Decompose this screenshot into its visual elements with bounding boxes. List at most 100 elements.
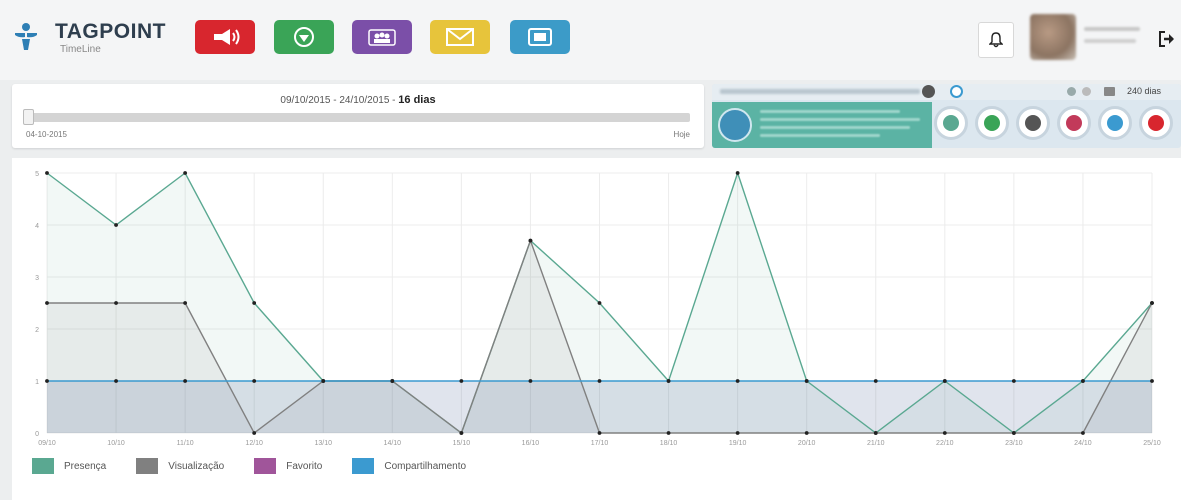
legend-label: Favorito xyxy=(286,460,323,472)
check-circle-icon xyxy=(943,115,959,131)
check-icon[interactable] xyxy=(950,85,963,98)
y-tick-label: 0 xyxy=(35,431,39,438)
data-point xyxy=(873,431,878,435)
legend-label: Compartilhamento xyxy=(384,460,467,472)
data-point xyxy=(45,301,49,305)
legend-item[interactable]: Compartilhamento xyxy=(352,458,466,474)
data-point xyxy=(597,301,602,305)
bell-icon xyxy=(989,32,1003,48)
x-tick-label: 25/10 xyxy=(1143,440,1161,447)
data-point xyxy=(597,431,602,435)
download-action-button[interactable] xyxy=(975,106,1009,140)
x-tick-label: 19/10 xyxy=(729,440,747,447)
tag-action-buttons xyxy=(934,106,1173,140)
tag-preview-line xyxy=(760,110,900,113)
timeline-chart: 0 1 2 3 4 5 09/10 10/10 11/10 12/10 13/10 14/10 15/1… xyxy=(35,170,1161,447)
block-action-button[interactable] xyxy=(1139,106,1173,140)
data-point xyxy=(114,223,118,227)
data-point xyxy=(597,379,602,383)
logout-icon[interactable] xyxy=(1158,30,1176,48)
x-tick-label: 20/10 xyxy=(798,440,816,447)
chart-legend: Presença Visualização Favorito Compartilham… xyxy=(32,458,496,474)
data-point xyxy=(528,379,533,383)
eye-icon xyxy=(1025,115,1041,131)
date-range-panel: 09/10/2015 - 24/10/2015 - 16 dias 04-10-… xyxy=(12,84,704,148)
campaign-button[interactable] xyxy=(195,20,255,54)
envelope-icon xyxy=(446,28,474,46)
block-icon xyxy=(1148,115,1164,131)
tag-info-header: 240 dias xyxy=(712,84,1181,100)
date-range-text: 09/10/2015 - 24/10/2015 - xyxy=(280,95,399,106)
data-point xyxy=(459,379,464,383)
settings-icon[interactable] xyxy=(922,85,935,98)
x-tick-label: 11/10 xyxy=(177,440,194,447)
data-point xyxy=(1150,379,1154,383)
x-tick-label: 10/10 xyxy=(107,440,125,447)
legend-item[interactable]: Visualização xyxy=(136,458,224,474)
share-action-button[interactable] xyxy=(1098,106,1132,140)
tag-preview-image xyxy=(718,108,752,142)
view-action-button[interactable] xyxy=(1016,106,1050,140)
x-tick-label: 22/10 xyxy=(936,440,954,447)
date-range-slider-handle[interactable] xyxy=(23,109,34,125)
legend-item[interactable]: Presença xyxy=(32,458,106,474)
download-icon xyxy=(984,115,1000,131)
slider-start-label: 04-10-2015 xyxy=(26,130,67,139)
data-point xyxy=(1081,379,1085,383)
x-tick-label: 16/10 xyxy=(522,440,540,447)
y-tick-label: 4 xyxy=(35,223,39,230)
tag-button[interactable] xyxy=(274,20,334,54)
heart-icon xyxy=(1066,115,1082,131)
date-range-slider-track[interactable] xyxy=(26,113,690,122)
data-point xyxy=(114,301,118,305)
data-point xyxy=(735,171,740,175)
x-tick-label: 21/10 xyxy=(867,440,885,447)
brand-name[interactable]: TAGPOINT xyxy=(55,20,166,44)
favorite-action-button[interactable] xyxy=(1057,106,1091,140)
user-avatar[interactable] xyxy=(1030,14,1076,60)
tag-info-blurred-text xyxy=(720,89,920,94)
date-range-days: 16 dias xyxy=(398,94,436,106)
user-name-blurred xyxy=(1084,27,1140,31)
edit-icon[interactable] xyxy=(1067,87,1076,96)
users-button[interactable] xyxy=(352,20,412,54)
data-point xyxy=(252,301,257,305)
top-header: TAGPOINT TimeLine xyxy=(0,0,1181,80)
files-button[interactable] xyxy=(510,20,570,54)
data-point xyxy=(942,379,947,383)
data-point xyxy=(1011,379,1016,383)
data-point xyxy=(735,431,740,435)
slider-end-label: Hoje xyxy=(673,130,690,139)
brand-subtitle: TimeLine xyxy=(60,44,101,55)
x-tick-label: 24/10 xyxy=(1074,440,1092,447)
folder-icon xyxy=(528,28,552,46)
x-tick-label: 12/10 xyxy=(245,440,263,447)
legend-item[interactable]: Favorito xyxy=(254,458,322,474)
data-point xyxy=(666,431,671,435)
x-tick-label: 09/10 xyxy=(38,440,56,447)
clock-icon xyxy=(1082,87,1091,96)
data-point xyxy=(1011,431,1016,435)
data-point xyxy=(1081,431,1085,435)
data-point xyxy=(252,431,257,435)
presence-action-button[interactable] xyxy=(934,106,968,140)
legend-label: Presença xyxy=(64,460,107,472)
date-range-title: 09/10/2015 - 24/10/2015 - 16 dias xyxy=(12,94,704,106)
series-area xyxy=(47,381,1152,433)
data-point xyxy=(528,238,533,243)
legend-label: Visualização xyxy=(168,460,225,472)
timeline-chart-panel: 0 1 2 3 4 5 09/10 10/10 11/10 12/10 13/10 14/10 15/1… xyxy=(12,158,1181,500)
people-icon xyxy=(368,29,396,46)
tag-preview-line xyxy=(760,118,920,121)
x-tick-label: 18/10 xyxy=(660,440,678,447)
tag-preview-line xyxy=(760,134,880,137)
data-point xyxy=(459,431,464,435)
tag-days-count: 240 dias xyxy=(1127,86,1162,96)
data-point xyxy=(45,171,49,175)
tag-preview-card[interactable] xyxy=(712,102,932,148)
gem-icon xyxy=(294,27,314,47)
messages-button[interactable] xyxy=(430,20,490,54)
notifications-button[interactable] xyxy=(978,22,1014,58)
legend-swatch xyxy=(352,458,375,474)
data-point xyxy=(183,301,188,305)
